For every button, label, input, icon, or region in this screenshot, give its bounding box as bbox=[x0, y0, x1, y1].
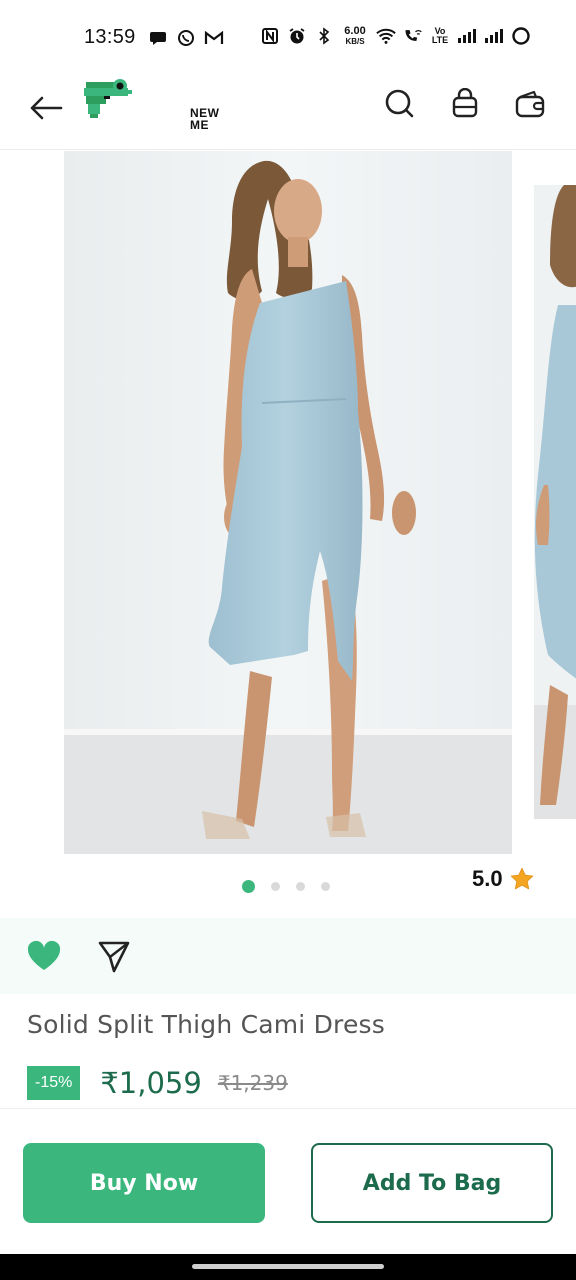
carousel-pagination bbox=[242, 880, 330, 893]
wallet-icon bbox=[515, 90, 545, 118]
brand-name: NEW ME bbox=[190, 107, 224, 131]
app-header: NEW ME bbox=[0, 76, 576, 150]
network-speed-unit: KB/S bbox=[345, 37, 365, 46]
carousel-dot[interactable] bbox=[296, 882, 305, 891]
whatsapp-icon bbox=[176, 28, 196, 48]
network-speed: 6.00 KB/S bbox=[341, 25, 369, 47]
product-image[interactable] bbox=[64, 151, 512, 854]
network-speed-value: 6.00 bbox=[344, 25, 366, 37]
gmail-icon bbox=[204, 28, 224, 48]
dress-model-image bbox=[64, 151, 512, 854]
status-bar: 13:59 6.00 KB/S Vo LTE bbox=[0, 0, 576, 76]
nfc-icon bbox=[260, 26, 280, 46]
dress-model-image-next bbox=[534, 185, 576, 819]
product-action-strip bbox=[0, 918, 576, 994]
bag-button[interactable] bbox=[447, 86, 483, 122]
product-rating: 5.0 bbox=[472, 866, 535, 892]
status-notification-icons bbox=[148, 28, 224, 48]
signal-icon bbox=[484, 26, 504, 46]
product-title: Solid Split Thigh Cami Dress bbox=[27, 1010, 386, 1039]
wifi-icon bbox=[376, 26, 396, 46]
purchase-bar: Buy Now Add To Bag bbox=[0, 1108, 576, 1254]
chameleon-logo-icon bbox=[84, 79, 132, 118]
buy-now-button[interactable]: Buy Now bbox=[23, 1143, 265, 1223]
carousel-dot[interactable] bbox=[271, 882, 280, 891]
share-button[interactable] bbox=[94, 936, 134, 976]
wifi-calling-icon bbox=[403, 26, 423, 46]
arrow-left-icon bbox=[30, 96, 63, 120]
alarm-icon bbox=[287, 26, 307, 46]
home-gesture-handle[interactable] bbox=[192, 1264, 384, 1269]
rating-value: 5.0 bbox=[472, 866, 503, 891]
wishlist-button[interactable] bbox=[24, 936, 64, 976]
bag-icon bbox=[452, 88, 478, 118]
brand-name-text: NEW ME bbox=[190, 106, 220, 132]
status-time: 13:59 bbox=[84, 26, 136, 48]
carousel-dot-active[interactable] bbox=[242, 880, 255, 893]
bluetooth-icon bbox=[314, 26, 334, 46]
product-image-carousel[interactable] bbox=[0, 151, 576, 856]
system-navigation-bar bbox=[0, 1254, 576, 1280]
brand-logo[interactable]: NEW ME bbox=[82, 76, 219, 132]
heart-icon bbox=[27, 940, 61, 970]
star-icon bbox=[510, 867, 533, 890]
add-to-bag-button[interactable]: Add To Bag bbox=[311, 1143, 553, 1223]
product-price: ₹1,059 bbox=[100, 1066, 202, 1100]
price-row: -15% ₹1,059 ₹1,239 bbox=[27, 1066, 288, 1100]
chat-bubble-icon bbox=[148, 28, 168, 48]
next-product-image[interactable] bbox=[534, 185, 576, 819]
volte-bottom: LTE bbox=[431, 35, 449, 45]
discount-badge: -15% bbox=[27, 1066, 81, 1100]
status-system-icons: 6.00 KB/S Vo LTE bbox=[260, 26, 531, 46]
battery-icon bbox=[511, 26, 531, 46]
back-button[interactable] bbox=[26, 88, 66, 128]
search-icon bbox=[385, 89, 414, 118]
search-button[interactable] bbox=[382, 86, 418, 122]
signal-icon bbox=[457, 26, 477, 46]
carousel-dot[interactable] bbox=[321, 882, 330, 891]
wallet-button[interactable] bbox=[512, 86, 548, 122]
volte-indicator: Vo LTE bbox=[430, 27, 450, 45]
send-icon bbox=[98, 941, 130, 973]
product-mrp: ₹1,239 bbox=[217, 1071, 288, 1095]
